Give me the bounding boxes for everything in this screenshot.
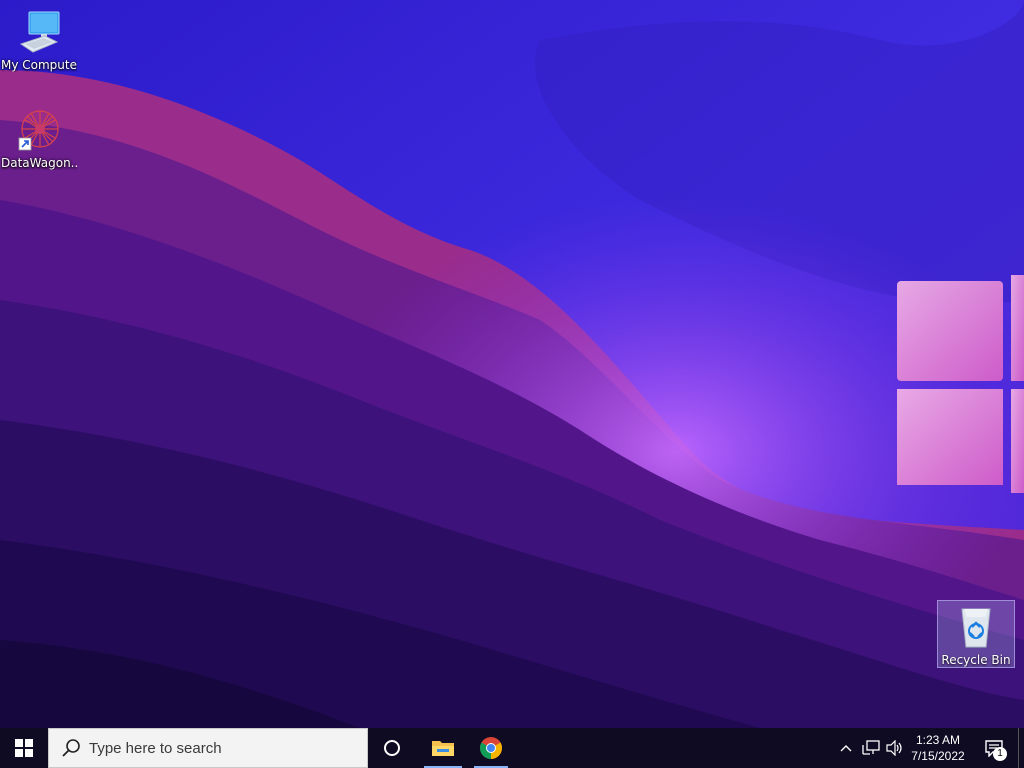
- search-placeholder: Type here to search: [89, 739, 222, 757]
- clock-date: 7/15/2022: [911, 749, 965, 763]
- clock[interactable]: 1:23 AM 7/15/2022: [900, 728, 976, 768]
- network-icon: [862, 740, 880, 755]
- taskbar-search-box[interactable]: Type here to search: [48, 728, 368, 768]
- recycle-bin-icon: [952, 603, 1000, 651]
- start-button[interactable]: [0, 728, 48, 768]
- notification-count-badge: 1: [993, 747, 1007, 761]
- show-hidden-icons-button[interactable]: [836, 728, 856, 768]
- action-center-button[interactable]: 1: [976, 728, 1012, 768]
- cortana-button[interactable]: [368, 728, 416, 768]
- wallpaper: [0, 0, 1024, 728]
- desktop-icon-my-computer[interactable]: My Computer: [1, 8, 77, 72]
- taskbar-file-explorer[interactable]: [420, 728, 466, 768]
- network-tray-button[interactable]: [860, 728, 882, 768]
- windows-logo-icon: [15, 739, 33, 757]
- datawagon-shortcut-icon: [15, 106, 63, 154]
- computer-icon: [15, 8, 63, 56]
- clock-time: 1:23 AM: [915, 733, 961, 747]
- folder-icon: [432, 741, 454, 756]
- chrome-icon: [480, 737, 502, 759]
- desktop-icon-label: My Computer: [1, 58, 77, 72]
- desktop-icon-label: DataWagon...: [1, 156, 77, 170]
- cortana-circle-icon: [384, 740, 400, 756]
- show-desktop-button[interactable]: [1018, 728, 1024, 768]
- desktop[interactable]: My Computer DataWagon... Recycle Bin: [0, 0, 1024, 728]
- taskbar: Type here to search 1:23 AM 7/15/2022 1: [0, 728, 1024, 768]
- desktop-icon-recycle-bin[interactable]: Recycle Bin: [937, 600, 1015, 668]
- desktop-icon-label: Recycle Bin: [941, 653, 1011, 667]
- chevron-up-icon: [840, 745, 852, 752]
- search-icon: [62, 739, 80, 757]
- taskbar-chrome[interactable]: [470, 728, 512, 768]
- desktop-icon-datawagon[interactable]: DataWagon...: [1, 106, 77, 170]
